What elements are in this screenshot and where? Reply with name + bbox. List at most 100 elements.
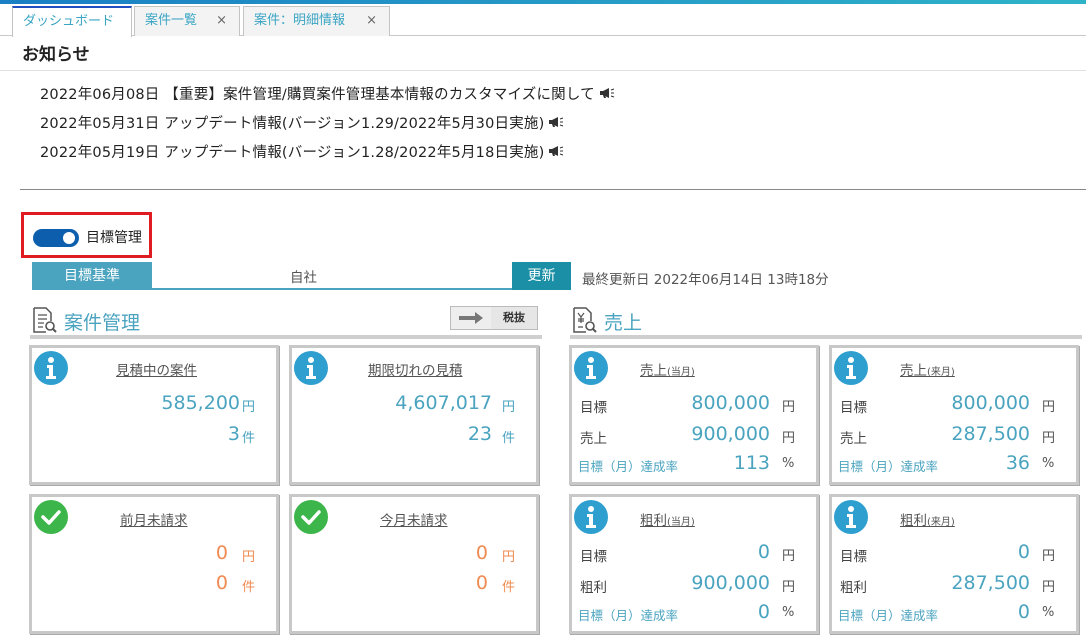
target-label: 目標 [580, 400, 607, 416]
tax-excluded-label: 税抜 [491, 307, 537, 329]
count-unit: 件 [242, 580, 256, 595]
target-label: 目標 [580, 549, 607, 565]
sales-card-next-month[interactable]: 売上(来月) 目標 800,000 円 売上 287,500 円 目標（月）達成… [829, 345, 1079, 485]
megaphone-icon [548, 145, 565, 161]
card-amount: 0 [215, 542, 228, 564]
info-icon [573, 350, 609, 386]
goal-basis-tab[interactable]: 目標基準 [32, 262, 152, 290]
close-icon[interactable]: × [216, 7, 227, 35]
info-icon [833, 350, 869, 386]
card-title-text: 粗利 [900, 513, 927, 529]
case-card-estimating[interactable]: 見積中の案件 585,200 円 3 件 [29, 345, 279, 485]
tab-bar: ダッシュボード 案件一覧 × 案件：明細情報 × [0, 6, 1086, 37]
card-count: 3 [227, 423, 240, 445]
yen-unit: 円 [1042, 400, 1056, 415]
tax-excluded-toggle[interactable]: 税抜 [450, 306, 538, 330]
percent-unit: % [1042, 456, 1055, 471]
info-icon [833, 499, 869, 535]
notice-item[interactable]: 2022年05月19日 アップデート情報(バージョン1.28/2022年5月18… [40, 141, 565, 162]
percent-unit: % [782, 456, 795, 471]
card-title[interactable]: 見積中の案件 [116, 359, 197, 379]
refresh-button[interactable]: 更新 [512, 262, 571, 290]
yen-unit: 円 [782, 431, 796, 446]
card-amount: 4,607,017 [395, 392, 492, 414]
sales-card-current-month[interactable]: 売上(当月) 目標 800,000 円 売上 900,000 円 目標（月）達成… [569, 345, 819, 485]
yen-unit: 円 [782, 580, 796, 595]
notices-title: お知らせ [22, 45, 90, 65]
yen-document-search-icon [570, 306, 598, 338]
rate-label: 目標（月）達成率 [838, 459, 939, 474]
card-title-text: 粗利 [640, 513, 667, 529]
case-panel-title: 案件管理 [64, 312, 141, 334]
actual-value: 287,500 [951, 423, 1030, 445]
card-period: (当月) [667, 517, 695, 528]
rate-label: 目標（月）達成率 [838, 608, 939, 623]
info-icon [33, 350, 69, 386]
card-amount: 585,200 [161, 392, 240, 414]
target-value: 800,000 [951, 392, 1030, 414]
gross-profit-card-current-month[interactable]: 粗利(当月) 目標 0 円 粗利 900,000 円 目標（月）達成率 0 % [569, 494, 819, 634]
goal-management-toggle-highlight: 目標管理 [21, 212, 152, 258]
notice-text[interactable]: 2022年05月31日 アップデート情報(バージョン1.29/2022年5月30… [40, 116, 544, 132]
card-title[interactable]: 粗利(来月) [900, 509, 955, 529]
target-value: 800,000 [691, 392, 770, 414]
last-updated-text: 最終更新日 2022年06月14日 13時18分 [582, 272, 829, 288]
card-title[interactable]: 粗利(当月) [640, 509, 695, 529]
actual-label: 売上 [580, 431, 607, 447]
card-title-text: 売上 [640, 363, 667, 379]
close-icon[interactable]: × [366, 7, 377, 35]
yen-unit: 円 [242, 550, 256, 565]
case-card-expired[interactable]: 期限切れの見積 4,607,017 円 23 件 [289, 345, 539, 485]
card-count: 0 [475, 572, 488, 594]
card-period: (来月) [927, 517, 955, 528]
yen-unit: 円 [1042, 580, 1056, 595]
gross-profit-card-next-month[interactable]: 粗利(来月) 目標 0 円 粗利 287,500 円 目標（月）達成率 0 % [829, 494, 1079, 634]
notice-item[interactable]: 2022年05月31日 アップデート情報(バージョン1.29/2022年5月30… [40, 112, 565, 133]
toggle-knob [63, 232, 75, 244]
top-accent-bar [0, 0, 1086, 4]
rate-label: 目標（月）達成率 [578, 459, 679, 474]
rate-label: 目標（月）達成率 [578, 608, 679, 623]
actual-value: 900,000 [691, 423, 770, 445]
panel-header-underline [570, 335, 1082, 339]
tab-label: ダッシュボード [23, 14, 115, 29]
percent-unit: % [1042, 605, 1055, 620]
divider [0, 70, 1086, 71]
target-value: 0 [1017, 541, 1030, 563]
card-count: 0 [215, 572, 228, 594]
sales-panel-title: 売上 [604, 312, 643, 334]
megaphone-icon [548, 116, 565, 132]
actual-label: 粗利 [580, 580, 607, 596]
count-unit: 件 [242, 431, 256, 446]
target-label: 目標 [840, 400, 867, 416]
goal-management-label: 目標管理 [86, 230, 142, 246]
notice-item[interactable]: 2022年06月08日 【重要】案件管理/購買案件管理基本情報のカスタマイズに関… [40, 83, 616, 104]
goal-management-toggle[interactable] [33, 229, 79, 247]
case-card-prev-month-unbilled[interactable]: 前月未請求 0 円 0 件 [29, 494, 279, 634]
notice-text[interactable]: 2022年05月19日 アップデート情報(バージョン1.28/2022年5月18… [40, 145, 544, 161]
info-icon [573, 499, 609, 535]
tab-dashboard[interactable]: ダッシュボード [12, 6, 132, 37]
card-title[interactable]: 売上(来月) [900, 359, 955, 379]
card-period: (来月) [927, 367, 955, 378]
target-label: 目標 [840, 549, 867, 565]
card-title[interactable]: 売上(当月) [640, 359, 695, 379]
card-title-text: 売上 [900, 363, 927, 379]
case-card-this-month-unbilled[interactable]: 今月未請求 0 円 0 件 [289, 494, 539, 634]
rate-value: 0 [1017, 601, 1030, 623]
card-count: 23 [467, 423, 492, 445]
check-icon [33, 499, 69, 535]
notice-text[interactable]: 2022年06月08日 【重要】案件管理/購買案件管理基本情報のカスタマイズに関… [40, 87, 595, 103]
yen-unit: 円 [1042, 549, 1056, 564]
tab-label: 案件：明細情報 [254, 13, 346, 28]
card-title[interactable]: 前月未請求 [120, 509, 188, 529]
goal-company-label[interactable]: 自社 [290, 266, 317, 286]
megaphone-icon [599, 87, 616, 103]
tab-case-list[interactable]: 案件一覧 × [134, 6, 240, 36]
divider [20, 189, 1086, 190]
tab-label: 案件一覧 [145, 13, 198, 28]
card-title[interactable]: 期限切れの見積 [368, 359, 463, 379]
card-period: (当月) [667, 367, 695, 378]
card-title[interactable]: 今月未請求 [380, 509, 448, 529]
tab-case-detail[interactable]: 案件：明細情報 × [243, 6, 390, 36]
